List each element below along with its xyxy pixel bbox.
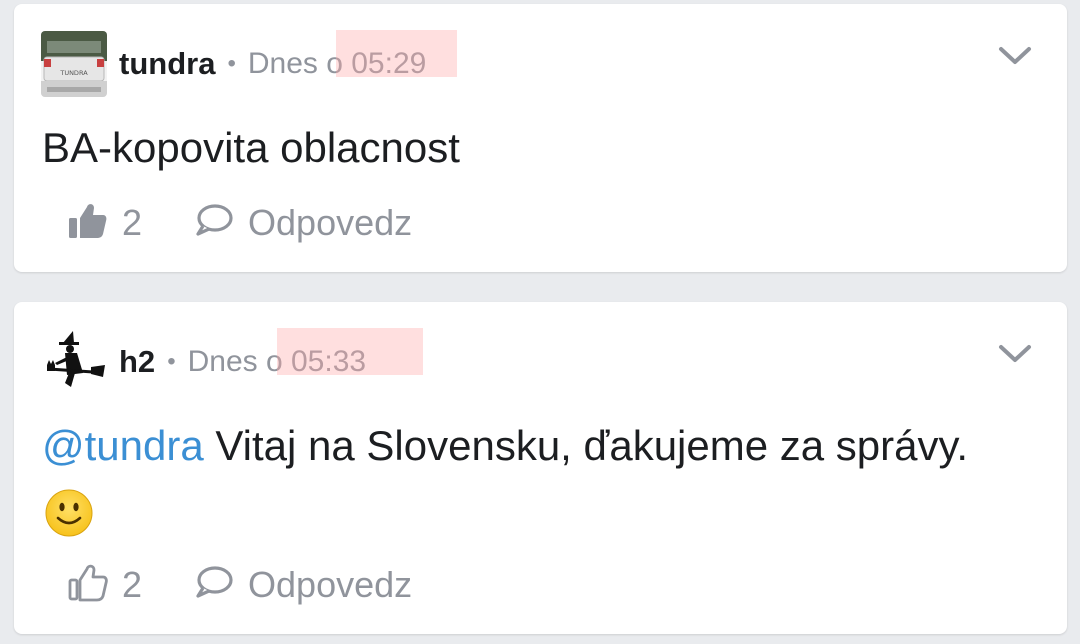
reply-label: Odpovedz [248,201,413,243]
comment-header: TUNDRA tundra • Dnes o 05:29 [41,31,426,97]
avatar[interactable] [41,329,107,395]
timestamp[interactable]: Dnes o 05:29 [248,47,426,81]
thumbs-up-icon [68,562,108,607]
author-name[interactable]: h2 [119,344,155,380]
time-prefix: Dnes o [187,345,283,378]
like-button[interactable]: 2 [68,562,142,607]
comment-text: BA-kopovita oblacnost [42,124,460,171]
like-button[interactable]: 2 [68,200,142,245]
truck-avatar-image: TUNDRA [41,31,107,97]
comment-card: h2 • Dnes o 05:33 @tundra Vitaj na Slove… [14,302,1067,634]
comment-message: Vitaj na Slovensku, ďakujeme za správy. [215,422,969,469]
comment-card: TUNDRA tundra • Dnes o 05:29 BA-kopovita… [14,4,1067,272]
separator-dot: • [167,348,176,375]
chevron-down-icon[interactable] [997,44,1033,68]
like-count: 2 [122,201,143,243]
mention-link[interactable]: @tundra [42,422,204,469]
comment-actions: 2 Odpovedz [68,200,412,245]
comment-bubble-icon [194,565,234,604]
comment-bubble-icon [194,203,234,242]
time-value: 05:33 [291,345,367,378]
smiley-emoji [44,488,94,538]
comment-actions: 2 Odpovedz [68,562,412,607]
time-value: 05:29 [351,47,427,80]
time-prefix: Dnes o [247,47,343,80]
comment-header: h2 • Dnes o 05:33 [41,329,366,395]
avatar-plate-text: TUNDRA [59,69,88,77]
avatar[interactable]: TUNDRA [41,31,107,97]
separator-dot: • [227,50,236,77]
comment-text: @tundra Vitaj na Slovensku, ďakujeme za … [42,418,1042,474]
chevron-down-icon[interactable] [997,342,1033,366]
thumbs-up-icon [68,200,108,245]
reply-label: Odpovedz [248,563,413,605]
timestamp[interactable]: Dnes o 05:33 [188,345,366,379]
reply-button[interactable]: Odpovedz [194,564,412,606]
author-name[interactable]: tundra [119,46,215,82]
like-count: 2 [122,563,143,605]
reply-button[interactable]: Odpovedz [194,202,412,244]
witch-avatar-image [41,329,107,395]
